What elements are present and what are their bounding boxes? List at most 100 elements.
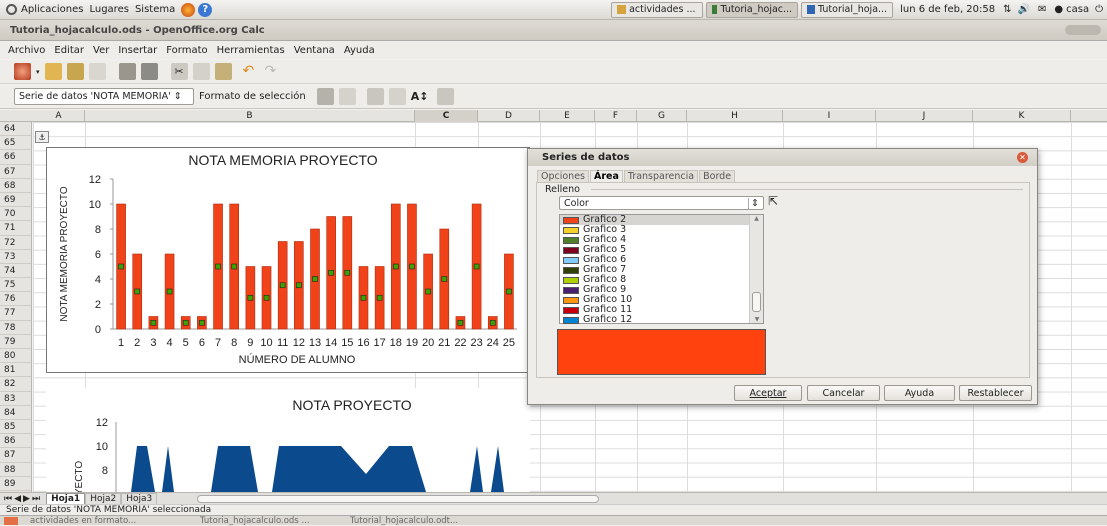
row-header-cell[interactable]: 88 (0, 463, 31, 477)
power-icon[interactable]: ⏻ (1095, 4, 1103, 15)
row-header-cell[interactable]: 86 (0, 434, 31, 449)
column-header-cell[interactable]: E (540, 110, 595, 122)
color-list-item[interactable]: Grafico 12 (560, 315, 763, 325)
column-header-cell[interactable]: H (687, 110, 783, 122)
column-header-cell[interactable]: J (876, 110, 973, 122)
save-icon[interactable] (66, 63, 84, 80)
scale-text-icon[interactable]: A↕ (411, 88, 429, 105)
color-list-scrollbar[interactable]: ▲ ▼ (749, 215, 763, 323)
horizontal-grid-icon[interactable] (366, 88, 384, 105)
row-header-cell[interactable]: 75 (0, 278, 31, 293)
last-sheet-icon[interactable]: ⏭ (32, 494, 40, 504)
row-header-cell[interactable]: 78 (0, 321, 31, 335)
print-icon[interactable] (140, 63, 158, 80)
new-document-icon[interactable] (14, 63, 31, 80)
accept-button[interactable]: Aceptar (734, 385, 802, 401)
row-header-cell[interactable]: 74 (0, 264, 31, 279)
undo-icon[interactable]: ↶ (243, 63, 260, 80)
firefox-icon[interactable] (181, 2, 196, 17)
anchor-icon[interactable]: ⚓ (35, 131, 49, 143)
redo-icon[interactable]: ↷ (265, 63, 282, 80)
show-desktop-icon[interactable] (4, 516, 18, 525)
tab-transparencia[interactable]: Transparencia (623, 170, 699, 182)
clock[interactable]: lun 6 de feb, 20:58 (900, 4, 995, 15)
menu-formato[interactable]: Formato (166, 45, 207, 56)
row-header-cell[interactable]: 81 (0, 363, 31, 378)
scrollbar-thumb[interactable] (752, 292, 761, 312)
open-icon[interactable] (44, 63, 62, 80)
row-header-cell[interactable]: 84 (0, 406, 31, 420)
row-header-cell[interactable]: 76 (0, 292, 31, 307)
chart-type-icon[interactable] (316, 88, 334, 105)
cancel-button[interactable]: Cancelar (807, 385, 880, 401)
user-name[interactable]: casa (1066, 4, 1089, 15)
column-header-cell[interactable]: C (415, 110, 478, 122)
row-header-cell[interactable]: 85 (0, 420, 31, 435)
fill-type-select[interactable]: Color ⇕ (559, 196, 764, 210)
panel-task-tutoria-hojacalculo[interactable]: Tutoria_hojac... (706, 1, 799, 18)
volume-icon[interactable]: 🔊 (1018, 4, 1030, 15)
legend-icon[interactable] (388, 88, 406, 105)
help-icon[interactable]: ? (198, 2, 213, 17)
row-header-cell[interactable]: 72 (0, 236, 31, 250)
sheet-tab[interactable]: Hoja1 (46, 492, 86, 505)
row-header-cell[interactable]: 80 (0, 349, 31, 364)
sheet-tab[interactable]: Hoja3 (121, 492, 158, 505)
row-header-cell[interactable]: 67 (0, 165, 31, 179)
column-header-cell[interactable]: F (595, 110, 637, 122)
panel-task-actividades[interactable]: actividades ... (611, 1, 704, 18)
chart-nota-memoria[interactable]: NOTA MEMORIA PROYECTO NÚMERO DE ALUMNO NOT… (46, 147, 530, 373)
tab-opciones[interactable]: Opciones (537, 170, 589, 182)
row-header-cell[interactable]: 77 (0, 306, 31, 321)
column-header-cell[interactable]: I (783, 110, 876, 122)
menu-ver[interactable]: Ver (93, 45, 109, 56)
row-header-cell[interactable]: 87 (0, 448, 31, 463)
reset-button[interactable]: Restablecer (959, 385, 1032, 401)
row-header-cell[interactable]: 69 (0, 193, 31, 208)
email-icon[interactable] (88, 63, 106, 80)
panel-menu-applications[interactable]: Aplicaciones (21, 4, 83, 15)
auto-layout-icon[interactable] (436, 88, 454, 105)
window-controls-icon[interactable] (1065, 25, 1101, 35)
row-header-cell[interactable]: 79 (0, 335, 31, 349)
close-icon[interactable]: ✕ (1017, 152, 1028, 163)
color-list[interactable]: Grafico 2 Grafico 3 Grafico 4 Grafico 5 Graf… (559, 214, 764, 325)
ubuntu-logo-icon[interactable] (6, 4, 17, 15)
taskbar-item[interactable]: actividades en formato... (22, 516, 192, 526)
row-header-cell[interactable]: 83 (0, 392, 31, 406)
row-header-cell[interactable]: 89 (0, 477, 31, 491)
row-header-cell[interactable]: 71 (0, 221, 31, 236)
help-button[interactable]: Ayuda (884, 385, 955, 401)
user-icon[interactable]: ● (1054, 4, 1063, 15)
first-sheet-icon[interactable]: ⏮ (4, 494, 12, 504)
menu-archivo[interactable]: Archivo (8, 45, 45, 56)
data-table-icon[interactable] (338, 88, 356, 105)
sheet-tab[interactable]: Hoja2 (85, 492, 122, 505)
next-sheet-icon[interactable]: ▶ (23, 494, 30, 504)
scrollbar-down-icon[interactable]: ▼ (750, 316, 764, 323)
menu-editar[interactable]: Editar (54, 45, 84, 56)
menu-ventana[interactable]: Ventana (294, 45, 335, 56)
menu-insertar[interactable]: Insertar (118, 45, 157, 56)
chart-nota-proyecto[interactable]: NOTA PROYECTO YECTO 8 10 12 (46, 388, 530, 495)
row-header-cell[interactable]: 82 (0, 377, 31, 392)
column-header-cell[interactable]: D (478, 110, 540, 122)
panel-task-tutorial-hoja[interactable]: Tutorial_hoja... (801, 1, 894, 18)
paste-icon[interactable] (214, 63, 232, 80)
column-header-cell[interactable]: A (33, 110, 85, 122)
taskbar-item[interactable]: Tutorial_hojacalculo.odt... (342, 516, 492, 526)
menu-herramientas[interactable]: Herramientas (217, 45, 285, 56)
tab-area[interactable]: Área (590, 170, 623, 182)
taskbar-item[interactable]: Tutoria_hojacalculo.ods ... (192, 516, 342, 526)
horizontal-scrollbar[interactable] (197, 494, 600, 503)
network-icon[interactable]: ⇅ (1003, 4, 1011, 15)
column-header-cell[interactable]: G (637, 110, 687, 122)
scrollbar-up-icon[interactable]: ▲ (750, 215, 763, 222)
row-header-cell[interactable]: 66 (0, 150, 31, 165)
format-selection-button[interactable]: Formato de selección (199, 91, 306, 102)
panel-menu-system[interactable]: Sistema (135, 4, 175, 15)
prev-sheet-icon[interactable]: ◀ (14, 494, 21, 504)
row-header-cell[interactable]: 64 (0, 122, 31, 137)
column-header-cell[interactable]: B (85, 110, 415, 122)
panel-menu-places[interactable]: Lugares (89, 4, 128, 15)
